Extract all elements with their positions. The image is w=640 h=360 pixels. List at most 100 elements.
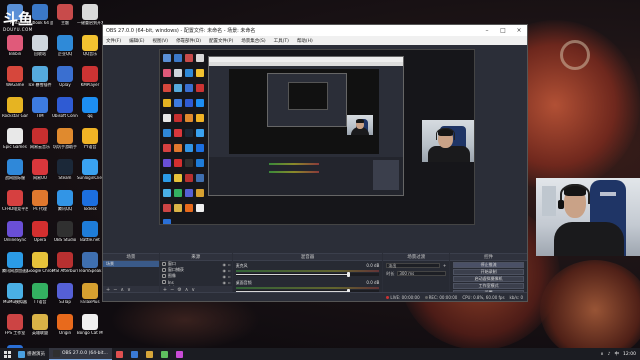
mixer-dock: 混音器 麦克风 0.0 dB 桌面音频 0.0 dB (232, 253, 383, 293)
desktop-icon[interactable]: YY语音 (77, 126, 103, 156)
duration-label: 时长 (386, 270, 395, 276)
nested-desktop-icon (163, 99, 171, 107)
desktop-icon[interactable]: TeamSpeak (77, 250, 103, 280)
menu-item[interactable]: 编辑(E) (129, 38, 144, 44)
obs-window[interactable]: OBS 27.0.0 (64-bit, windows) - 配置文件: 未命名… (102, 24, 528, 302)
taskbar-item[interactable]: OBS 27.0.0 (64-bit... (49, 348, 112, 360)
taskbar-item[interactable] (127, 348, 142, 360)
control-button[interactable]: 启动虚拟摄像机 (453, 276, 524, 282)
source-item[interactable]: 图像 ◉ ▫ (160, 273, 232, 279)
desktop-icon[interactable]: 企业QQ (52, 33, 78, 63)
taskbar-item[interactable]: 感谢演员 (14, 348, 49, 360)
control-button[interactable]: 停止推流 (453, 262, 524, 268)
desktop-icon[interactable]: CFHD电竞平台 (2, 188, 28, 218)
app-icon (57, 159, 73, 175)
menu-item[interactable]: 工具(T) (274, 38, 289, 44)
desktop-icon[interactable]: MuMu模拟器 (2, 281, 28, 311)
nested-desktop-icon (196, 159, 204, 167)
desktop-icon[interactable]: 英雄联盟 (27, 312, 53, 342)
desktop-icon[interactable]: 腾讯网游加速器 (2, 250, 28, 280)
menu-item[interactable]: 帮助(H) (297, 38, 313, 44)
desktop-icon[interactable]: FaTaxPlus (77, 281, 103, 311)
nested-desktop-icon (174, 189, 182, 197)
input-language[interactable]: 中 (615, 351, 620, 357)
app-icon (7, 190, 23, 206)
obs-titlebar[interactable]: OBS 27.0.0 (64-bit, windows) - 配置文件: 未命名… (103, 25, 527, 36)
nested-desktop-icon (196, 204, 204, 212)
desktop-icon[interactable]: 一键重启到开发者模式 (77, 2, 103, 32)
desktop-icon[interactable]: KMPlayer (77, 64, 103, 94)
desktop-icon[interactable]: Bongo Cat Mver.exe (77, 312, 103, 342)
desktop-icon[interactable]: FPS 工作室 (2, 312, 28, 342)
desktop-icon[interactable]: Google Chrome (27, 250, 53, 280)
desktop-icon[interactable]: Steam (52, 157, 78, 187)
desktop-icon[interactable]: qq (77, 95, 103, 125)
desktop-icon[interactable]: Uplay (52, 64, 78, 94)
desktop-icon[interactable]: Todesk (77, 188, 103, 218)
volume-fader-knob[interactable] (346, 272, 350, 277)
lock-icon[interactable]: ▫ (227, 274, 232, 279)
duration-input[interactable]: 300 ms (397, 271, 447, 276)
nested-desktop-icon (185, 99, 193, 107)
add-transition-icon[interactable]: + (443, 263, 446, 268)
menu-item[interactable]: 文件(F) (106, 38, 121, 44)
desktop-icon[interactable]: 网易云音乐 (27, 126, 53, 156)
scene-item[interactable]: 场景 (103, 261, 159, 267)
desktop-icon[interactable]: Ps 代理 (27, 188, 53, 218)
volume-fader[interactable] (235, 272, 380, 277)
taskbar-item[interactable] (157, 348, 172, 360)
start-button[interactable] (0, 348, 14, 360)
program-preview[interactable] (159, 49, 475, 225)
desktop-icon[interactable]: Origin (52, 312, 78, 342)
desktop-icon[interactable]: Rockstar Games (2, 95, 28, 125)
desktop-icon[interactable]: Bilibili (2, 33, 28, 63)
desktop-icon-label: TeamSpeak (78, 269, 102, 273)
desktop-icon[interactable]: SunloginClient (77, 157, 103, 187)
speaker-icon[interactable]: ♪ (608, 352, 611, 357)
desktop-icon[interactable]: WeGame (2, 64, 28, 94)
menu-item[interactable]: 停靠部件(D) (176, 38, 201, 44)
maximize-icon[interactable]: □ (495, 27, 511, 34)
desktop-icon[interactable]: 回收站 (27, 33, 53, 63)
taskbar-item[interactable] (172, 348, 187, 360)
lock-icon[interactable]: ▫ (227, 268, 232, 273)
desktop-icon[interactable]: OBS Studio (52, 219, 78, 249)
desktop-icon[interactable]: 坑坑手游助手 (52, 126, 78, 156)
control-button[interactable]: 工作室模式 (453, 283, 524, 289)
close-icon[interactable]: × (511, 27, 527, 34)
desktop-icon[interactable]: 战网国际服 (2, 157, 28, 187)
taskbar-item[interactable] (112, 348, 127, 360)
nested-obs-window (208, 56, 404, 196)
tray-chevron-icon[interactable]: ∧ (600, 352, 603, 357)
desktop-icon[interactable]: Ice 暴雪插件 (27, 64, 53, 94)
transitions-dock-title: 场景过渡 (383, 254, 450, 261)
lock-icon[interactable]: ▫ (227, 262, 232, 267)
app-icon (7, 128, 23, 144)
menu-item[interactable]: 场景集合(S) (241, 38, 265, 44)
menu-item[interactable]: 视图(V) (152, 38, 168, 44)
taskbar-item[interactable] (142, 348, 157, 360)
nested-desktop-icon (163, 129, 171, 137)
minimize-icon[interactable]: – (479, 27, 495, 34)
desktop-icon[interactable]: 网易UU (27, 157, 53, 187)
app-icon (32, 221, 48, 237)
desktop-icon[interactable]: Battle.net (77, 219, 103, 249)
desktop-icon-label: 腾讯QQ (57, 207, 73, 211)
control-button[interactable]: 开始录制 (453, 269, 524, 275)
desktop-icon[interactable]: Ubisoft Connect (52, 95, 78, 125)
desktop-icon[interactable]: Epic Games (2, 126, 28, 156)
desktop-icon[interactable]: Opera (27, 219, 53, 249)
desktop-icon[interactable]: TT语音 (27, 281, 53, 311)
desktop-icon[interactable]: TIM (27, 95, 53, 125)
desktop-icon[interactable]: MSI Afterburner (52, 250, 78, 280)
desktop-icon[interactable]: 腾讯QQ (52, 188, 78, 218)
transition-type-select[interactable]: 淡出 (386, 263, 440, 268)
desktop-icon[interactable]: 主题 (52, 2, 78, 32)
nested-desktop-icon (174, 114, 182, 122)
desktop-icon[interactable]: S3Tap (52, 281, 78, 311)
clock[interactable]: 12:00 (623, 352, 636, 357)
menu-item[interactable]: 配置文件(P) (209, 38, 233, 44)
desktop-icon[interactable]: OnlineSync (2, 219, 28, 249)
desktop-icon[interactable]: QQ音乐 (77, 33, 103, 63)
lock-icon[interactable]: ▫ (227, 280, 232, 285)
